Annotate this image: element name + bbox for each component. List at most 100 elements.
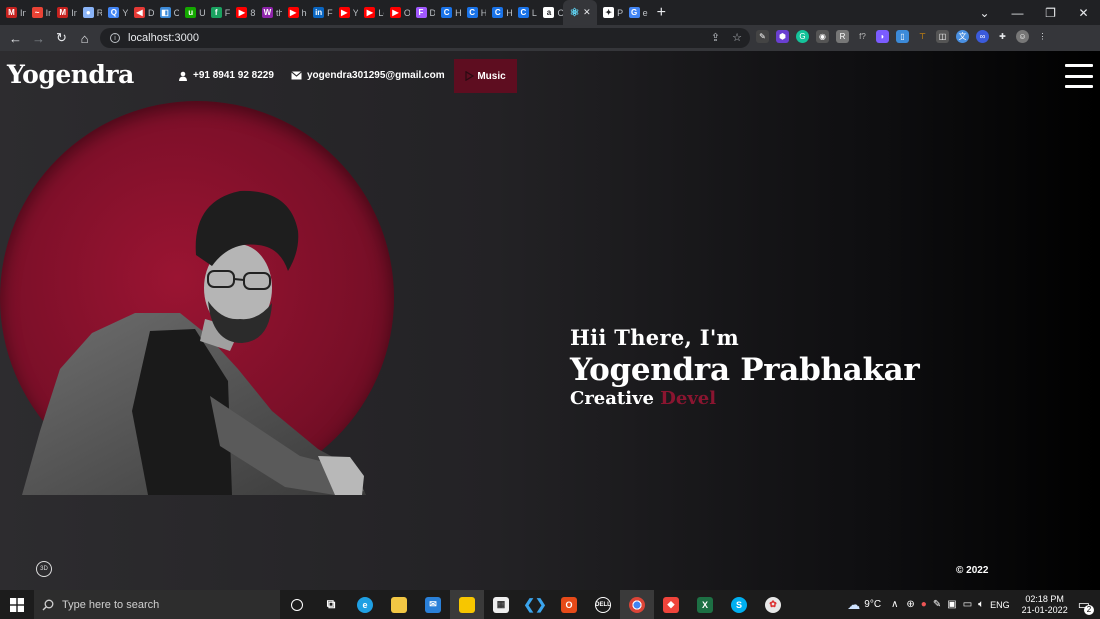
tab-12[interactable]: inFe (307, 0, 333, 25)
sticky-notes-icon[interactable] (450, 590, 484, 619)
music-button[interactable]: Music (454, 59, 517, 93)
tab-19[interactable]: CH (486, 0, 512, 25)
link-extension-icon[interactable]: ∞ (976, 30, 989, 43)
font-extension-icon[interactable]: f? (856, 30, 869, 43)
tab-0[interactable]: M In (0, 0, 26, 25)
copyright-text: © 2022 (956, 565, 989, 576)
tab-10[interactable]: Wth (256, 0, 282, 25)
antivirus-icon[interactable]: ● (921, 599, 927, 610)
paint-icon[interactable]: ✿ (756, 590, 790, 619)
display-icon[interactable]: ▣ (947, 599, 956, 610)
notification-icon[interactable]: ▭ 2 (1078, 597, 1094, 615)
hero-role: Creative Devel (570, 388, 919, 409)
cortana-icon[interactable] (280, 590, 314, 619)
new-tab-button[interactable]: + (648, 4, 674, 22)
window-extension-icon[interactable]: ◫ (936, 30, 949, 43)
tab-7[interactable]: uUp (179, 0, 205, 25)
pin-extension-icon[interactable]: ⊤ (916, 30, 929, 43)
excel-icon[interactable]: X (688, 590, 722, 619)
tab-8[interactable]: fFi (205, 0, 230, 25)
speaker-icon[interactable]: 🔈︎ (978, 599, 984, 610)
camera-extension-icon[interactable]: ◉ (816, 30, 829, 43)
clock-time: 02:18 PM (1025, 593, 1064, 604)
vscode-icon[interactable]: ❮❯ (518, 590, 552, 619)
task-view-icon[interactable]: ⧉ (314, 590, 348, 619)
usb-icon[interactable]: ⊕ (906, 599, 914, 610)
tab-15[interactable]: ▶Ol (384, 0, 410, 25)
page-viewport: Yogendra +91 8941 92 8229 yogendra301295… (0, 51, 1100, 590)
skype-icon[interactable]: S (722, 590, 756, 619)
windows-logo-icon (10, 597, 24, 612)
reload-button[interactable]: ↻ (50, 30, 73, 46)
tab-3[interactable]: ●Re (77, 0, 102, 25)
tab-6[interactable]: ◧Cl (154, 0, 179, 25)
office-icon[interactable]: O (552, 590, 586, 619)
tab-13[interactable]: ▶Yc (333, 0, 358, 25)
bookmark-star-icon[interactable]: ☆ (732, 31, 742, 44)
tab-search-icon[interactable]: ⌄ (968, 6, 1001, 20)
tab-21[interactable]: aO (537, 0, 563, 25)
share-icon[interactable]: ⇪ (711, 31, 720, 44)
tab-after-1[interactable]: Ger (623, 0, 648, 25)
translate-extension-icon[interactable]: 文 (956, 30, 969, 43)
pen-extension-icon[interactable]: ✎ (756, 30, 769, 43)
mail-app-icon[interactable]: ✉ (416, 590, 450, 619)
tab-4[interactable]: QYo (102, 0, 128, 25)
tab-active[interactable]: ⚛ ✕ (563, 0, 598, 25)
clock[interactable]: 02:18 PM 21-01-2022 (1022, 594, 1068, 616)
purple-extension-icon[interactable]: ◗ (876, 30, 889, 43)
weather-temp[interactable]: 9°C (864, 599, 881, 610)
tab-after-0[interactable]: ✦Pr (597, 0, 623, 25)
close-window-button[interactable]: ✕ (1067, 6, 1100, 20)
edge-icon[interactable]: e (348, 590, 382, 619)
forward-button[interactable]: → (27, 31, 50, 46)
tab-9[interactable]: ▶ 8 (230, 0, 256, 25)
tab-favicon-icon: ✦ (603, 7, 615, 18)
file-explorer-icon[interactable] (382, 590, 416, 619)
start-button[interactable] (0, 590, 34, 619)
tab-1[interactable]: ~ In (26, 0, 51, 25)
tab-close-icon[interactable]: ✕ (583, 7, 591, 18)
tab-18[interactable]: CH (461, 0, 486, 25)
puzzle-extensions-icon[interactable]: ✚ (996, 30, 1009, 43)
tab-favicon-icon: C (517, 7, 529, 18)
doc-extension-icon[interactable]: ▯ (896, 30, 909, 43)
store-icon[interactable]: ▦ (484, 590, 518, 619)
back-button[interactable]: ← (4, 31, 27, 46)
chevron-up-icon[interactable]: ∧ (891, 599, 898, 610)
restore-button[interactable]: ❐ (1034, 6, 1067, 20)
grammarly-icon[interactable]: G (796, 30, 809, 43)
tab-20[interactable]: CLe (512, 0, 537, 25)
tab-14[interactable]: ▶Le (358, 0, 384, 25)
minimize-button[interactable]: — (1001, 6, 1034, 20)
browser-tab-strip: MIn~InMIn●ReQYo◀Di◧CluUpfFi▶8Wth▶hcinFe▶… (0, 0, 1100, 25)
menu-kebab-icon[interactable]: ⋮ (1036, 30, 1049, 43)
tab-16[interactable]: FDi (410, 0, 435, 25)
cloud-weather-icon[interactable]: ☁ (847, 597, 860, 613)
tab-favicon-icon: ◧ (159, 7, 171, 18)
tab-11[interactable]: ▶hc (282, 0, 307, 25)
pen-tray-icon[interactable]: ✎ (933, 599, 941, 610)
r-extension-icon[interactable]: R (836, 30, 849, 43)
tab-favicon-icon: F (415, 7, 427, 18)
home-button[interactable]: ⌂ (73, 31, 96, 46)
hexagon-extension-icon[interactable]: ⬢ (776, 30, 789, 43)
tab-5[interactable]: ◀Di (128, 0, 154, 25)
anydesk-icon[interactable]: ◆ (654, 590, 688, 619)
tab-17[interactable]: CH (435, 0, 461, 25)
browser-toolbar: ← → ↻ ⌂ i localhost:3000 ⇪ ☆ ✎ ⬢ G ◉ R f… (0, 25, 1100, 51)
profile-avatar[interactable]: ☺ (1016, 30, 1029, 43)
taskbar-search[interactable]: Type here to search (34, 590, 280, 619)
tab-favicon-icon: W (261, 7, 273, 18)
tab-2[interactable]: M In (51, 0, 77, 25)
language-indicator[interactable]: ENG (990, 600, 1010, 610)
tab-favicon-icon: ◀ (133, 7, 145, 18)
hamburger-menu-icon[interactable] (1065, 64, 1093, 88)
site-info-icon[interactable]: i (110, 33, 120, 43)
battery-icon[interactable]: ▭ (963, 599, 972, 610)
dell-icon[interactable]: DELL (586, 590, 620, 619)
address-bar[interactable]: i localhost:3000 ⇪ ☆ (100, 28, 750, 48)
tab-favicon-icon: f (210, 7, 222, 18)
3d-toggle-icon[interactable]: 3D (36, 561, 52, 577)
chrome-icon[interactable] (620, 590, 654, 619)
